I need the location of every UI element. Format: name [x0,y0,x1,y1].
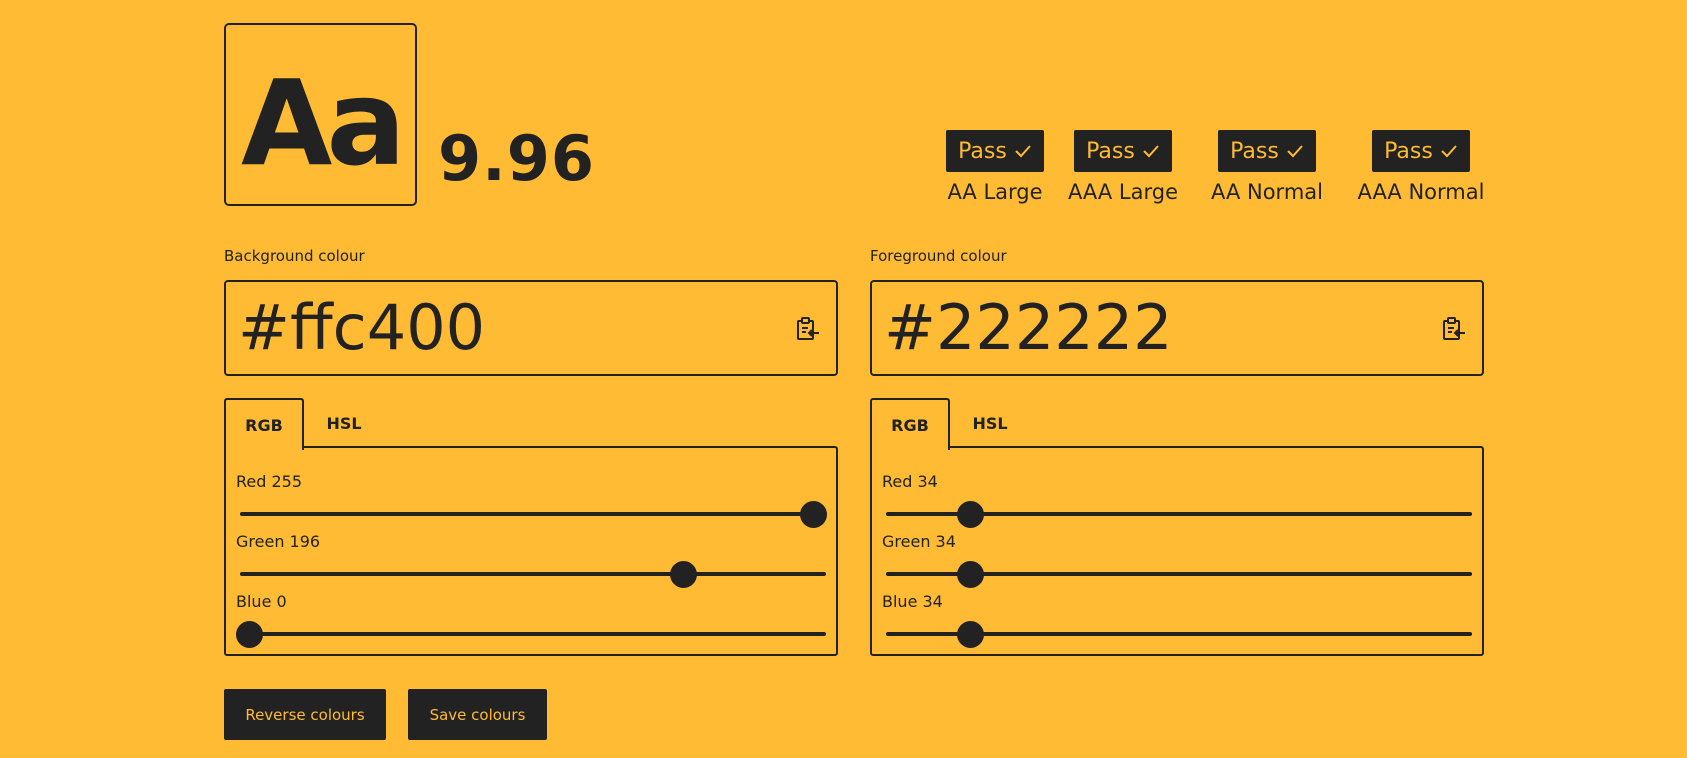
check-icon [1142,144,1160,158]
background-hex-value[interactable]: #ffc400 [226,297,485,359]
foreground-colour-label: Foreground colour [870,247,1007,265]
tab-hsl[interactable]: HSL [958,398,1022,448]
slider-label: Blue 0 [236,592,287,611]
status-badge: Pass [1074,130,1172,172]
result-aa-normal: Pass AA Normal [1203,130,1331,204]
slider-thumb[interactable] [957,561,985,588]
check-icon [1440,144,1458,158]
save-colours-button[interactable]: Save colours [408,689,547,740]
tab-hsl[interactable]: HSL [312,398,376,448]
background-colour-panel: Background colour #ffc400 RGB HSL Red 25… [224,246,838,656]
foreground-green-slider: Green 34 [882,532,1472,588]
status-badge: Pass [1218,130,1316,172]
result-label: AAA Normal [1357,180,1485,204]
foreground-blue-slider: Blue 34 [882,592,1472,648]
slider-track[interactable] [240,632,826,636]
slider-thumb[interactable] [236,621,263,648]
tab-rgb[interactable]: RGB [870,398,950,450]
status-badge-text: Pass [958,138,1007,164]
text-preview-box: Aa [224,23,417,206]
result-aaa-normal: Pass AAA Normal [1355,130,1487,204]
contrast-ratio: 9.96 [438,122,595,195]
check-icon [1286,144,1304,158]
background-slider-group: Red 255 Green 196 Blue 0 [224,446,838,656]
slider-label: Green 34 [882,532,956,551]
status-badge-text: Pass [1384,138,1433,164]
foreground-colour-panel: Foreground colour #222222 RGB HSL Red 34… [870,246,1484,656]
background-blue-slider: Blue 0 [236,592,826,648]
foreground-hex-value[interactable]: #222222 [872,297,1173,359]
clipboard-paste-icon[interactable] [1440,315,1468,343]
foreground-hex-field[interactable]: #222222 [870,280,1484,376]
background-colour-label: Background colour [224,247,365,265]
slider-track[interactable] [240,512,826,516]
slider-thumb[interactable] [957,621,985,648]
slider-label: Red 255 [236,472,303,491]
clipboard-paste-icon[interactable] [794,315,822,343]
foreground-mode-tabs: RGB HSL [870,398,1484,450]
reverse-colours-button[interactable]: Reverse colours [224,689,386,740]
result-label: AA Large [947,180,1043,204]
check-icon [1014,144,1032,158]
result-aa-large: Pass AA Large [940,130,1050,204]
foreground-slider-group: Red 34 Green 34 Blue 34 [870,446,1484,656]
slider-track[interactable] [240,572,826,576]
slider-thumb[interactable] [669,561,697,588]
result-label: AAA Large [1067,180,1179,204]
status-badge: Pass [946,130,1044,172]
background-hex-field[interactable]: #ffc400 [224,280,838,376]
slider-label: Blue 34 [882,592,943,611]
result-aaa-large: Pass AAA Large [1063,130,1183,204]
slider-thumb[interactable] [800,501,827,528]
tab-rgb[interactable]: RGB [224,398,304,450]
slider-thumb[interactable] [957,501,985,528]
preview-sample-text: Aa [241,54,406,192]
status-badge: Pass [1372,130,1470,172]
background-green-slider: Green 196 [236,532,826,588]
background-red-slider: Red 255 [236,472,827,528]
foreground-red-slider: Red 34 [882,472,1472,528]
result-label: AA Normal [1211,180,1323,204]
status-badge-text: Pass [1230,138,1279,164]
background-mode-tabs: RGB HSL [224,398,838,450]
slider-label: Red 34 [882,472,938,491]
status-badge-text: Pass [1086,138,1135,164]
slider-label: Green 196 [236,532,321,551]
